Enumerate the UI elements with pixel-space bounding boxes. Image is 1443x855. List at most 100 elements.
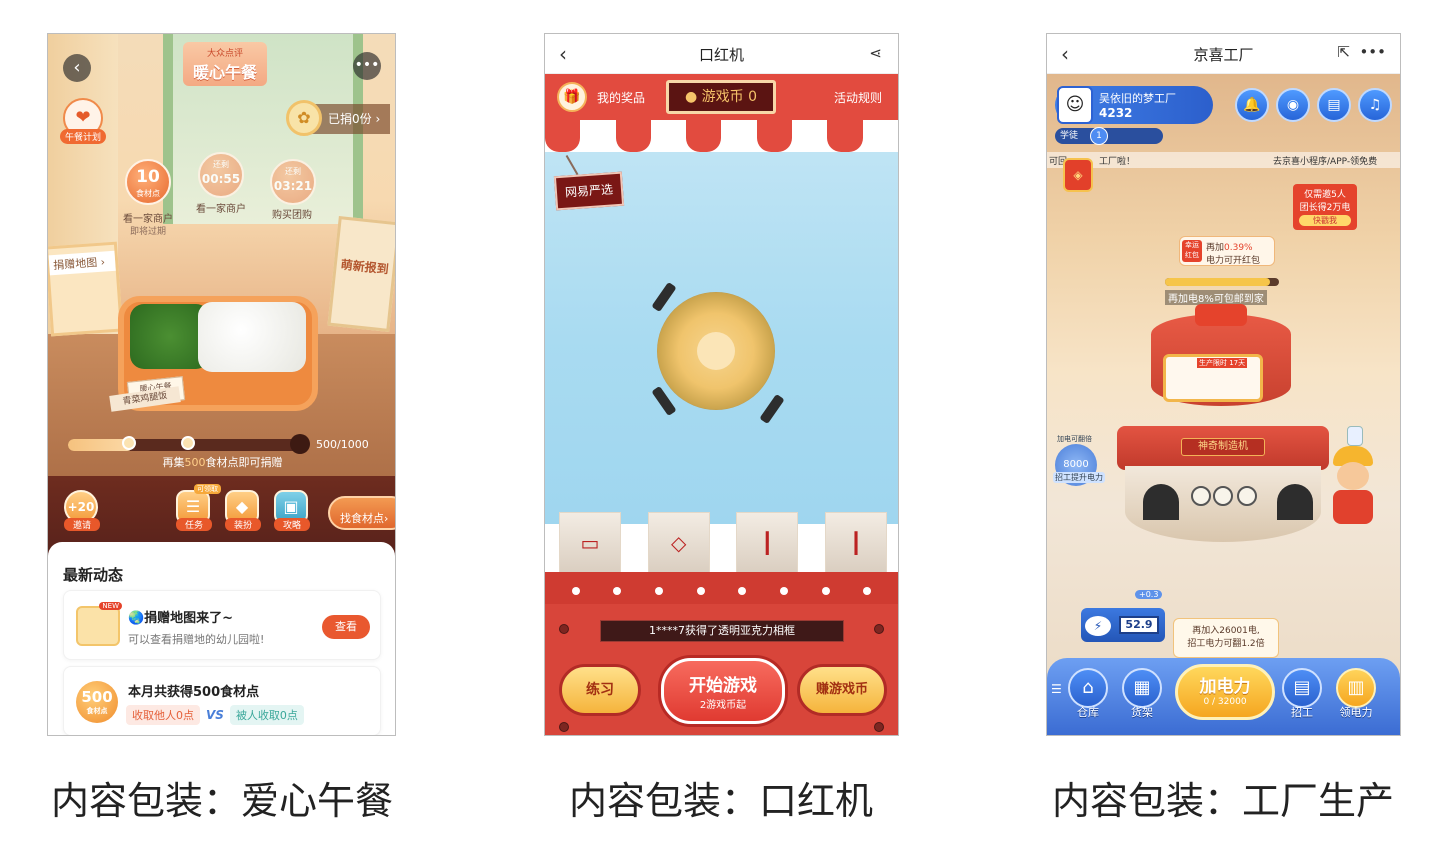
level-number: 1 bbox=[1090, 127, 1108, 145]
awning-stripe bbox=[792, 120, 828, 152]
new-badge: NEW bbox=[99, 602, 122, 610]
hint-prefix: 再集 bbox=[162, 456, 185, 469]
dressup-label: 装扮 bbox=[225, 518, 261, 531]
collected-by-others: 被人收取0点 bbox=[229, 705, 304, 725]
progress-dot bbox=[181, 436, 195, 450]
open-external-icon[interactable]: ⇱ bbox=[1337, 43, 1350, 61]
feed-item-map[interactable]: NEW 🌏捐赠地图来了~ 可以查看捐赠地的幼儿园啦! 查看 bbox=[63, 590, 381, 660]
awning-stripe bbox=[721, 120, 757, 152]
screw-icon bbox=[874, 624, 884, 634]
power-hint: 再加入26001电, 招工电力可翻1.2倍 bbox=[1173, 618, 1279, 658]
clipboard-icon[interactable]: ▤ bbox=[1317, 88, 1351, 122]
recruit-button[interactable]: ▤ 招工 bbox=[1279, 668, 1325, 720]
worker-avatar-icon bbox=[1347, 426, 1363, 446]
start-game-label: 开始游戏 bbox=[689, 676, 757, 696]
ingredient-ball-3[interactable]: 还剩 03:21 bbox=[270, 159, 316, 205]
tip-prefix: 再加 bbox=[1206, 243, 1225, 253]
more-icon[interactable]: ••• bbox=[1359, 43, 1386, 61]
music-icon[interactable]: ♫ bbox=[1358, 88, 1392, 122]
claim-power-icon: ▥ bbox=[1336, 668, 1376, 708]
ticker-right[interactable]: 去京喜小程序/APP-领免费 bbox=[1273, 154, 1377, 167]
page-title: 口红机 bbox=[698, 46, 744, 64]
rules-link[interactable]: 活动规则 bbox=[834, 89, 882, 106]
feed-item-title: 🌏捐赠地图来了~ bbox=[128, 611, 234, 626]
earn-coins-button[interactable]: 赚游戏币 bbox=[797, 664, 887, 716]
banner-button[interactable]: 快戳我 bbox=[1299, 215, 1351, 226]
ball-caption: 购买团购 bbox=[272, 210, 312, 221]
awning-stripe bbox=[545, 120, 581, 152]
awning-stripe bbox=[615, 120, 651, 152]
lightning-icon: ⚡ bbox=[1085, 616, 1111, 636]
spinning-wheel[interactable] bbox=[657, 292, 775, 410]
camera-icon[interactable]: ◉ bbox=[1276, 88, 1310, 122]
hint-highlight: 500 bbox=[184, 456, 206, 469]
coin-value: 500 bbox=[81, 688, 113, 706]
lunch-plan-label[interactable]: 午餐计划 bbox=[60, 129, 107, 144]
announcement-ticker: 可回 工厂啦！ 去京喜小程序/APP-领免费 bbox=[1047, 152, 1400, 168]
electric-value: 8000 bbox=[1063, 459, 1089, 470]
summary-pills: 收取他人0点 VS 被人收取0点 bbox=[126, 705, 304, 725]
guide-button[interactable]: ▣ 攻略 bbox=[274, 490, 310, 531]
warehouse-button[interactable]: ⌂ 仓库 bbox=[1065, 668, 1111, 720]
prize-shelf: ▭ ◇ ┃ ┃ bbox=[559, 512, 887, 576]
bell-icon[interactable]: 🔔 bbox=[1235, 88, 1269, 122]
photo-frame-prize: ▭ bbox=[559, 512, 621, 576]
hint-line1: 再加入26001电, bbox=[1192, 626, 1260, 636]
logo-title: 暖心午餐 bbox=[192, 63, 257, 82]
winner-ticker: 1****7获得了透明亚克力相框 bbox=[600, 620, 844, 642]
invite-banner[interactable]: 仅需邀5人 团长得2万电 快戳我 bbox=[1293, 184, 1357, 230]
fan-icon bbox=[1191, 486, 1211, 506]
start-game-button[interactable]: 开始游戏 2游戏币起 bbox=[661, 658, 785, 724]
donation-map-card[interactable]: 捐赠地图 › bbox=[48, 241, 124, 337]
start-game-cost: 2游戏币起 bbox=[699, 700, 747, 711]
factory-points: 4232 bbox=[1099, 106, 1133, 120]
progress-end-icon bbox=[290, 434, 310, 454]
more-icon[interactable]: ••• bbox=[353, 52, 381, 80]
invite-button[interactable]: +20 邀请 bbox=[64, 490, 100, 531]
find-ingredients-button[interactable]: 找食材点› bbox=[328, 496, 395, 530]
share-icon[interactable]: ⋖ bbox=[869, 44, 882, 62]
view-button[interactable]: 查看 bbox=[322, 615, 370, 639]
electric-top-label: 加电可翻倍 bbox=[1057, 435, 1092, 443]
donation-map-label[interactable]: 捐赠地图 › bbox=[48, 250, 116, 276]
level-bar: 学徒 bbox=[1055, 128, 1163, 144]
awning-stripe bbox=[580, 120, 616, 152]
worker-character[interactable] bbox=[1327, 446, 1377, 526]
feed-item-summary: 500 食材点 本月共获得500食材点 收取他人0点 VS 被人收取0点 bbox=[63, 666, 381, 735]
ball-value: 00:55 bbox=[201, 172, 241, 186]
screw-icon bbox=[874, 722, 884, 732]
shelf-button[interactable]: ▦ 货架 bbox=[1119, 668, 1165, 720]
task-button[interactable]: 可领取 ☰ 任务 bbox=[176, 484, 221, 531]
task-label: 任务 bbox=[176, 518, 212, 531]
add-power-button[interactable]: 加电力 0 / 32000 bbox=[1175, 664, 1275, 720]
tissue-box-prize: ◇ bbox=[647, 512, 710, 576]
ingredient-ball-2[interactable]: 还剩 00:55 bbox=[198, 152, 244, 198]
recruit-icon: ▤ bbox=[1282, 668, 1322, 708]
tip-line2: 电力可开红包 bbox=[1206, 256, 1261, 266]
awning-stripe bbox=[686, 120, 722, 152]
nav-bar: ‹ 京喜工厂 ⇱ ••• bbox=[1047, 34, 1400, 74]
top-bar: 🎁 我的奖品 ● 游戏币 0 活动规则 bbox=[545, 74, 898, 120]
rice-illustration bbox=[198, 302, 306, 372]
banner-line2: 团长得2万电 bbox=[1299, 203, 1351, 213]
recruit-label: 招工 bbox=[1291, 706, 1313, 719]
collected-from-others: 收取他人0点 bbox=[126, 705, 200, 725]
gift-icon[interactable]: 🎁 bbox=[557, 82, 587, 112]
red-packet-icon[interactable]: ◈ bbox=[1063, 158, 1093, 192]
ball-caption: 看一家商户 bbox=[123, 214, 173, 225]
menu-icon[interactable]: ☰ bbox=[1051, 682, 1062, 696]
hint-suffix: 食材点即可捐赠 bbox=[205, 456, 283, 469]
back-icon[interactable]: ‹ bbox=[63, 54, 91, 82]
claim-power-button[interactable]: ▥ 领电力 bbox=[1333, 668, 1379, 720]
news-feed-panel: 最新动态 NEW 🌏捐赠地图来了~ 可以查看捐赠地的幼儿园啦! 查看 500 食… bbox=[48, 542, 395, 735]
avatar[interactable]: ☺ bbox=[1057, 86, 1093, 124]
lucky-red-packet-icon: 幸运红包 bbox=[1182, 240, 1202, 262]
dressup-button[interactable]: ◆ 装扮 bbox=[225, 490, 261, 531]
add-power-progress: 0 / 32000 bbox=[1203, 697, 1247, 707]
practice-button[interactable]: 练习 bbox=[559, 664, 641, 716]
coin-label: 食材点 bbox=[86, 707, 108, 715]
ingredient-ball-1[interactable]: 10 食材点 bbox=[125, 159, 171, 205]
battery-increment: +0.3 bbox=[1135, 590, 1163, 599]
my-prizes-link[interactable]: 我的奖品 bbox=[597, 89, 645, 106]
shelf-icon: ▦ bbox=[1122, 668, 1162, 708]
